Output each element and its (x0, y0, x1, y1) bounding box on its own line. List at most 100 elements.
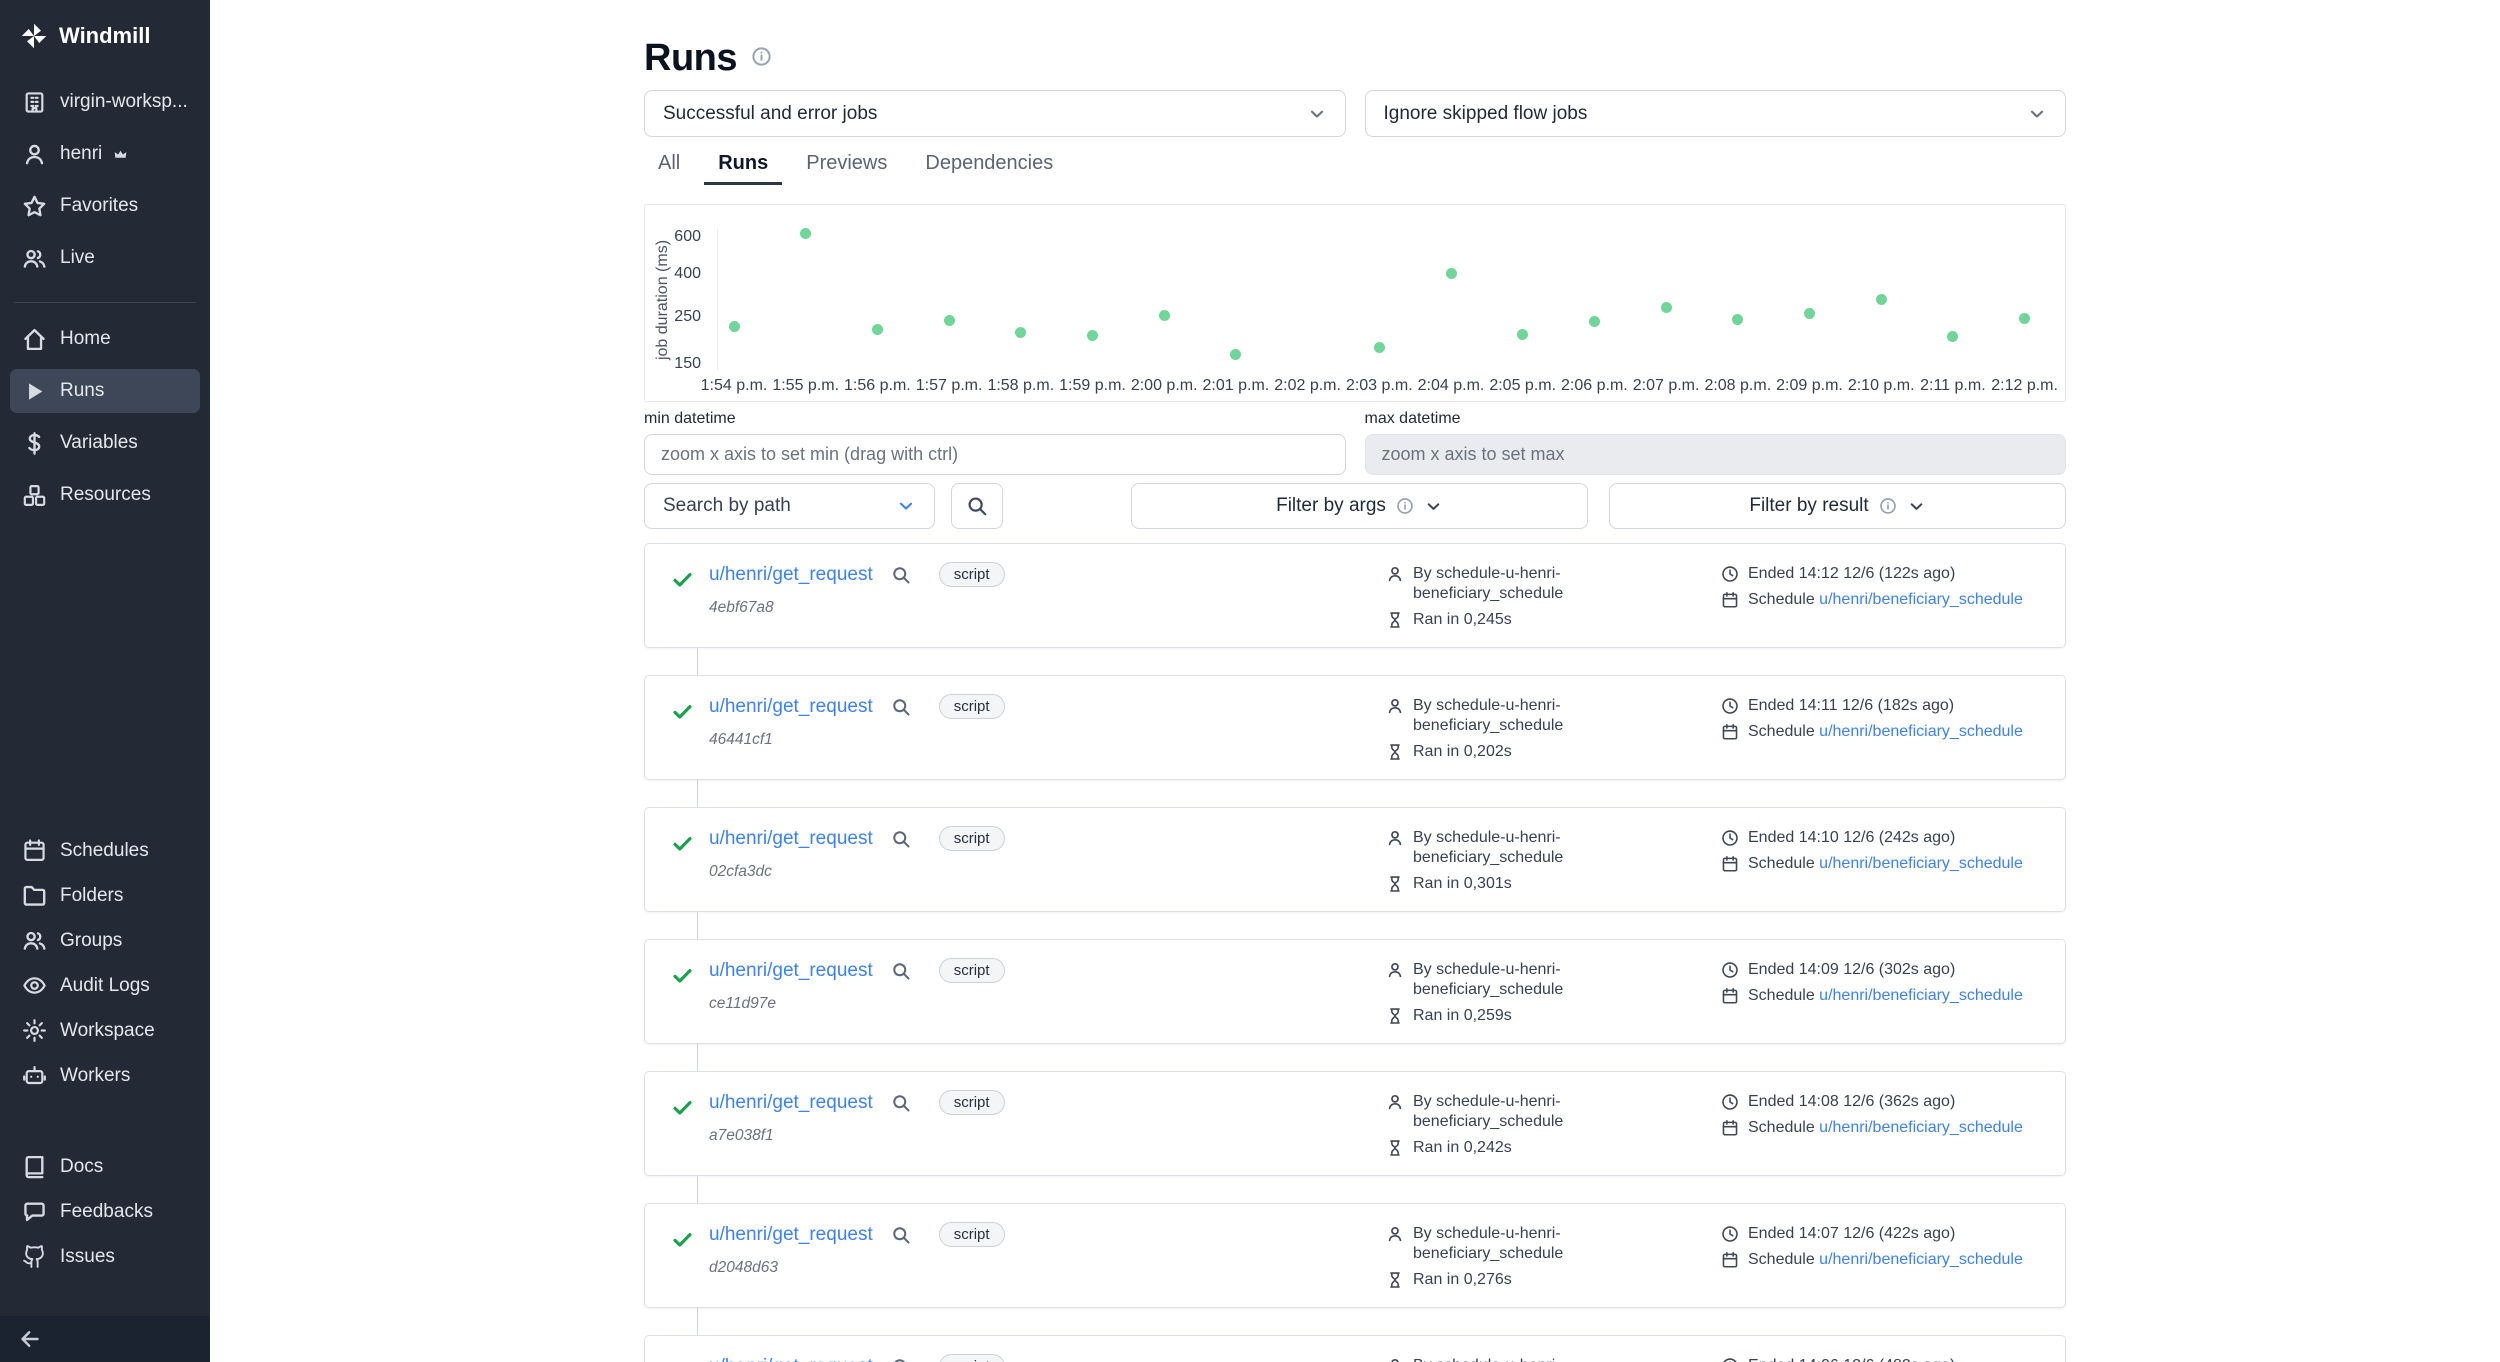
page-title: Runs (644, 36, 737, 80)
clock-icon (1721, 1225, 1739, 1243)
sidebar-item-runs[interactable]: Runs (10, 369, 200, 413)
sidebar-item-folders[interactable]: Folders (10, 874, 200, 917)
schedule-link[interactable]: u/henri/beneficiary_schedule (1819, 855, 2023, 872)
search-button[interactable] (951, 483, 1003, 529)
run-card[interactable]: u/henri/get_requestscriptBy schedule-u-h… (644, 1335, 2066, 1362)
chevron-down-icon (1424, 497, 1443, 516)
min-datetime-input[interactable] (644, 434, 1346, 475)
sidebar-footer (0, 1316, 210, 1362)
success-check-icon (671, 700, 694, 723)
run-path-link[interactable]: u/henri/get_request (709, 828, 873, 850)
row-search-icon[interactable] (891, 829, 911, 849)
sidebar-item-variables[interactable]: Variables (10, 421, 200, 465)
row-search-icon[interactable] (891, 1225, 911, 1245)
gear-icon (22, 1018, 47, 1043)
workspace-logo[interactable]: Windmill (0, 10, 210, 62)
info-icon[interactable] (751, 46, 772, 67)
chart-point (1159, 310, 1170, 321)
run-ended: Ended 14:10 12/6 (242s ago) (1748, 828, 1955, 848)
sidebar-item-home[interactable]: Home (10, 317, 200, 361)
sidebar-item-workspace[interactable]: Workspace (10, 1009, 200, 1052)
tab-dependencies[interactable]: Dependencies (911, 147, 1067, 185)
sidebar-item-favorites[interactable]: Favorites (10, 184, 200, 228)
run-id: 46441cf1 (709, 731, 1005, 749)
sidebar-item-label: Favorites (60, 195, 138, 217)
collapse-sidebar-icon[interactable] (18, 1327, 42, 1351)
run-path-link[interactable]: u/henri/get_request (709, 1224, 873, 1246)
filter-args-label: Filter by args (1276, 495, 1386, 517)
run-path-link[interactable]: u/henri/get_request (709, 564, 873, 586)
run-card[interactable]: u/henri/get_requestscript4ebf67a8By sche… (644, 543, 2066, 648)
skipped-flows-select[interactable]: Ignore skipped flow jobs (1365, 90, 2067, 137)
row-search-icon[interactable] (891, 565, 911, 585)
sidebar-item-schedules[interactable]: Schedules (10, 829, 200, 872)
schedule-link[interactable]: u/henri/beneficiary_schedule (1819, 987, 2023, 1004)
run-connector (697, 1044, 698, 1071)
row-search-icon[interactable] (891, 697, 911, 717)
run-schedule: Schedule u/henri/beneficiary_schedule (1748, 854, 2023, 874)
book-icon (22, 1154, 47, 1179)
sidebar-item-live[interactable]: Live (10, 236, 200, 280)
schedule-link[interactable]: u/henri/beneficiary_schedule (1819, 1251, 2023, 1268)
row-search-icon[interactable] (891, 1357, 911, 1362)
run-path-link[interactable]: u/henri/get_request (709, 696, 873, 718)
sidebar-item-virgin-worksp[interactable]: virgin-worksp... (10, 80, 200, 124)
run-card[interactable]: u/henri/get_requestscript02cfa3dcBy sche… (644, 807, 2066, 912)
sidebar-item-label: Live (60, 247, 95, 269)
info-icon (1396, 497, 1414, 515)
max-datetime-input[interactable] (1365, 434, 2067, 475)
run-path-link[interactable]: u/henri/get_request (709, 1356, 873, 1362)
calendar-icon (1721, 855, 1739, 873)
sidebar-item-audit-logs[interactable]: Audit Logs (10, 964, 200, 1007)
row-search-icon[interactable] (891, 1093, 911, 1113)
run-card[interactable]: u/henri/get_requestscriptce11d97eBy sche… (644, 939, 2066, 1044)
sidebar-item-label: Folders (60, 885, 123, 907)
row-search-icon[interactable] (891, 961, 911, 981)
run-duration: Ran in 0,301s (1413, 874, 1512, 894)
hourglass-icon (1386, 1007, 1404, 1025)
job-duration-chart[interactable]: job duration (ms) 150250400600 1:54 p.m.… (644, 204, 2066, 402)
home-icon (22, 327, 47, 352)
sidebar-item-feedbacks[interactable]: Feedbacks (10, 1190, 200, 1233)
sidebar-section-links: DocsFeedbacksIssues (0, 1145, 210, 1278)
users-icon (22, 928, 47, 953)
schedule-link[interactable]: u/henri/beneficiary_schedule (1819, 723, 2023, 740)
sidebar-divider (14, 302, 196, 303)
schedule-link[interactable]: u/henri/beneficiary_schedule (1819, 591, 2023, 608)
success-check-icon (671, 1228, 694, 1251)
calendar-icon (1721, 591, 1739, 609)
tab-all[interactable]: All (644, 147, 694, 185)
folder-icon (22, 883, 47, 908)
hourglass-icon (1386, 1139, 1404, 1157)
chart-y-tick: 400 (653, 265, 701, 283)
sidebar-item-docs[interactable]: Docs (10, 1145, 200, 1188)
run-card[interactable]: u/henri/get_requestscripta7e038f1By sche… (644, 1071, 2066, 1176)
filter-by-args-button[interactable]: Filter by args (1131, 483, 1588, 529)
sidebar-item-groups[interactable]: Groups (10, 919, 200, 962)
sidebar-item-workers[interactable]: Workers (10, 1054, 200, 1097)
sidebar-item-issues[interactable]: Issues (10, 1235, 200, 1278)
sidebar-section-admin: Schedules Folders GroupsAudit LogsWorkspac… (0, 829, 210, 1097)
run-path-link[interactable]: u/henri/get_request (709, 960, 873, 982)
job-status-select[interactable]: Successful and error jobs (644, 90, 1346, 137)
run-card[interactable]: u/henri/get_requestscript46441cf1By sche… (644, 675, 2066, 780)
tab-runs[interactable]: Runs (704, 147, 782, 185)
run-card[interactable]: u/henri/get_requestscriptd2048d63By sche… (644, 1203, 2066, 1308)
run-kind-badge: script (939, 1354, 1005, 1362)
run-id: 4ebf67a8 (709, 599, 1005, 617)
sidebar-item-resources[interactable]: Resources (10, 473, 200, 517)
users-icon (22, 246, 47, 271)
run-path-link[interactable]: u/henri/get_request (709, 1092, 873, 1114)
sidebar-item-label: Runs (60, 380, 104, 402)
filter-by-result-button[interactable]: Filter by result (1609, 483, 2066, 529)
user-icon (1386, 1225, 1404, 1243)
tab-previews[interactable]: Previews (792, 147, 901, 185)
sidebar-item-henri[interactable]: henri (10, 132, 200, 176)
chart-x-tick: 2:12 p.m. (1980, 377, 2066, 395)
run-ended: Ended 14:06 12/6 (482s ago) (1748, 1356, 1955, 1362)
user-icon (22, 142, 47, 167)
search-by-path-select[interactable]: Search by path (644, 483, 935, 529)
schedule-link[interactable]: u/henri/beneficiary_schedule (1819, 1119, 2023, 1136)
chart-point (944, 315, 955, 326)
hourglass-icon (1386, 1271, 1404, 1289)
